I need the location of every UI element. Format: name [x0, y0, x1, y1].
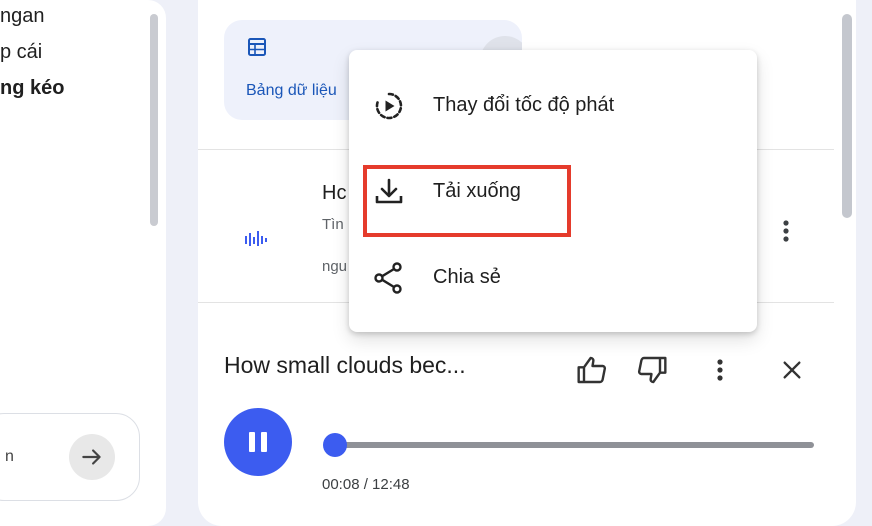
menu-item-label: Chia sẻ	[433, 266, 501, 288]
chat-scrollbar[interactable]	[150, 14, 158, 226]
thumb-up-icon	[577, 356, 607, 384]
player-title: How small clouds bec...	[224, 352, 466, 378]
like-button[interactable]	[572, 350, 612, 390]
chat-message-text: ngan p cái ng kéo	[0, 0, 64, 106]
share-icon	[374, 262, 402, 294]
progress-thumb[interactable]	[323, 433, 348, 457]
chat-input-box[interactable]: n	[0, 413, 140, 501]
chat-panel: ngan p cái ng kéo n	[0, 0, 166, 526]
audio-title: Hc	[322, 182, 347, 204]
progress-track[interactable]	[323, 433, 814, 457]
audio-wave-icon	[245, 231, 267, 246]
audio-subtitle: Tìn	[322, 216, 344, 233]
close-icon	[783, 361, 801, 379]
menu-item-playback-speed[interactable]: Thay đổi tốc độ phát	[349, 76, 757, 136]
chat-line: p cái	[0, 41, 43, 63]
pause-button[interactable]	[224, 408, 292, 476]
send-button[interactable]	[69, 434, 115, 480]
chat-line-bold: ng kéo	[0, 77, 65, 99]
menu-item-label: Thay đổi tốc độ phát	[433, 94, 615, 116]
pause-icon	[249, 432, 267, 452]
playback-time: 00:08 / 12:48	[322, 476, 410, 493]
menu-item-share[interactable]: Chia sẻ	[349, 248, 757, 308]
highlight-annotation-box	[363, 165, 571, 237]
more-vert-icon	[717, 359, 723, 381]
audio-subtitle-2: ngu	[322, 258, 348, 275]
table-icon	[248, 38, 266, 56]
arrow-right-icon	[82, 449, 101, 465]
player-more-button[interactable]	[706, 350, 734, 390]
chat-input-text: n	[5, 448, 14, 465]
thumb-down-icon	[637, 356, 667, 384]
data-table-label: Bảng dữ liệu	[246, 82, 337, 99]
chat-line: ngan	[0, 5, 45, 27]
studio-scrollbar[interactable]	[842, 14, 852, 218]
close-player-button[interactable]	[772, 350, 812, 390]
playback-speed-icon	[375, 92, 403, 120]
dislike-button[interactable]	[632, 350, 672, 390]
more-vert-icon[interactable]	[774, 216, 798, 246]
